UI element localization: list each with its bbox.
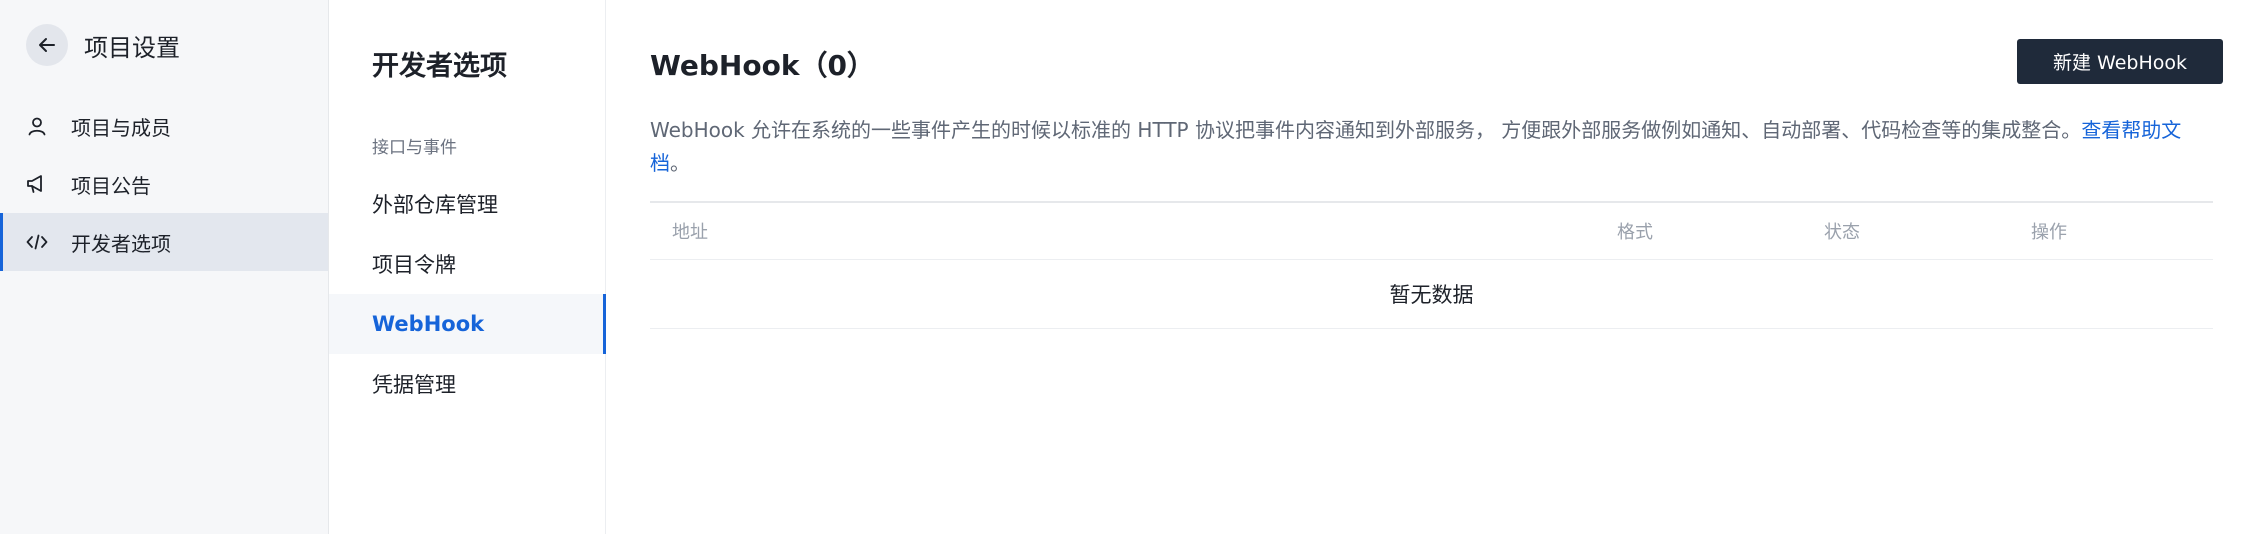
- subnav-item-credentials[interactable]: 凭据管理: [329, 354, 605, 414]
- subnav-item-webhook[interactable]: WebHook: [329, 294, 606, 354]
- subnav-list: 外部仓库管理 项目令牌 WebHook 凭据管理: [329, 174, 606, 414]
- sidebar-nav: 项目与成员 项目公告 开发者选项: [0, 97, 328, 271]
- megaphone-icon: [26, 173, 48, 195]
- subnav-group-label: 接口与事件: [372, 138, 457, 158]
- arrow-left-icon: [39, 38, 55, 52]
- sidebar-item-members[interactable]: 项目与成员: [0, 97, 328, 155]
- webhook-description: WebHook 允许在系统的一些事件产生的时候以标准的 HTTP 协议把事件内容…: [650, 114, 2210, 180]
- app-root: 项目设置 项目与成员 项目公告 开发者选项 开发者选项 接口与事件 外部仓库管理…: [0, 0, 2253, 534]
- table-empty-state: 暂无数据: [650, 260, 2213, 329]
- description-text: WebHook 允许在系统的一些事件产生的时候以标准的 HTTP 协议把事件内容…: [650, 118, 2082, 142]
- subnav-title: 开发者选项: [372, 51, 507, 82]
- subnav-item-external-repos[interactable]: 外部仓库管理: [329, 174, 605, 234]
- table-header: 地址 格式 状态 操作: [650, 203, 2213, 260]
- back-button[interactable]: [26, 24, 68, 66]
- description-end: 。: [670, 151, 690, 175]
- sidebar-item-label: 项目公告: [71, 173, 151, 198]
- page-title: WebHook（0）: [650, 49, 875, 82]
- sidebar-item-announcements[interactable]: 项目公告: [0, 155, 328, 213]
- column-header-actions: 操作: [2031, 222, 2067, 243]
- webhook-panel: WebHook（0） 新建 WebHook WebHook 允许在系统的一些事件…: [606, 0, 2253, 534]
- column-header-address: 地址: [672, 222, 708, 243]
- column-header-format: 格式: [1617, 222, 1653, 243]
- subnav-item-project-tokens[interactable]: 项目令牌: [329, 234, 605, 294]
- developer-options-subnav: 开发者选项 接口与事件 外部仓库管理 项目令牌 WebHook 凭据管理: [329, 0, 606, 534]
- sidebar-title: 项目设置: [84, 33, 180, 62]
- sidebar-item-developer-options[interactable]: 开发者选项: [0, 213, 328, 271]
- column-header-status: 状态: [1824, 222, 1860, 243]
- sidebar-header: 项目设置: [26, 24, 180, 66]
- sidebar-item-label: 开发者选项: [71, 231, 171, 256]
- user-icon: [26, 115, 48, 137]
- code-icon: [26, 231, 48, 253]
- sidebar-item-label: 项目与成员: [71, 115, 171, 140]
- new-webhook-button[interactable]: 新建 WebHook: [2017, 39, 2223, 84]
- webhook-table: 地址 格式 状态 操作 暂无数据: [650, 201, 2213, 329]
- project-settings-sidebar: 项目设置 项目与成员 项目公告 开发者选项: [0, 0, 329, 534]
